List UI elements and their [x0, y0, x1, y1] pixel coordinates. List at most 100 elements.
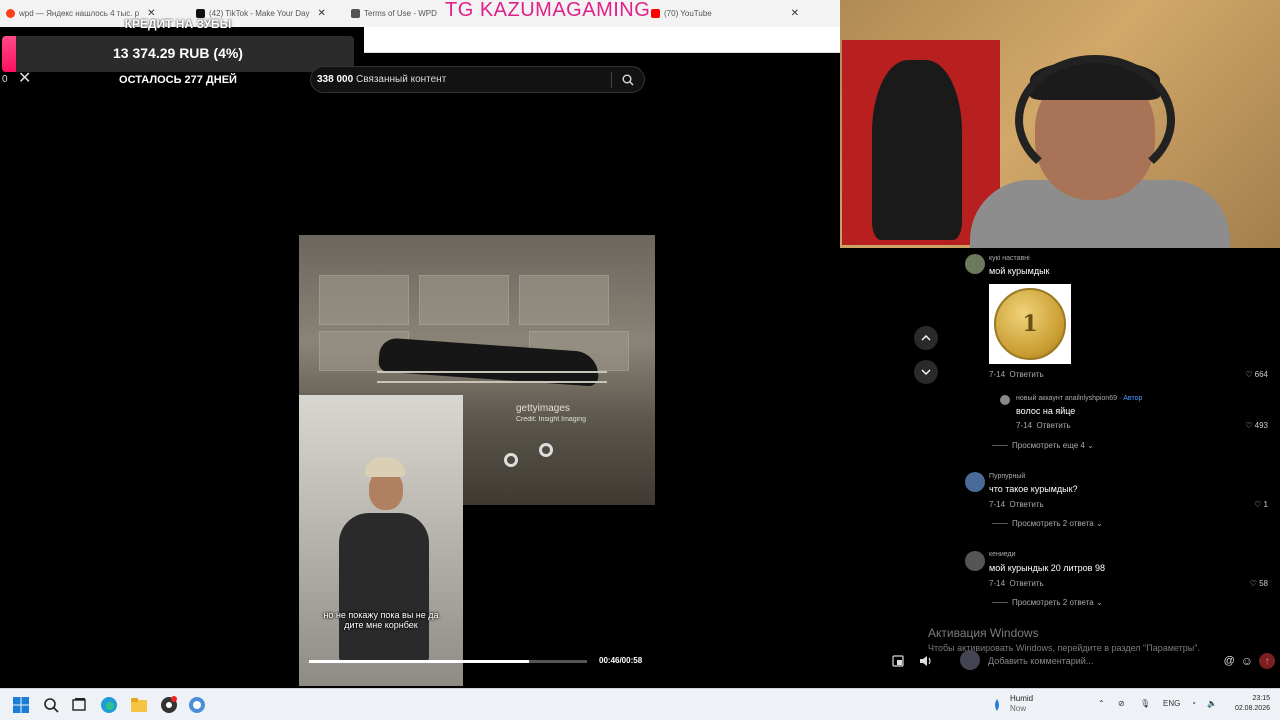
avatar	[960, 650, 980, 670]
language-indicator[interactable]: ENG	[1163, 699, 1180, 708]
counter-text: 0	[2, 74, 8, 85]
weather-sub: Now	[1010, 704, 1027, 713]
view-count: 338 000	[317, 74, 354, 85]
video-subtitle: но не покажу пока вы не да дите мне корн…	[309, 610, 453, 630]
close-icon[interactable]: ✕	[791, 8, 799, 19]
search-bar[interactable]: 338 000 Связанный контент	[310, 66, 645, 93]
comment-input[interactable]: Добавить комментарий...	[960, 656, 1218, 666]
reply-button[interactable]: Ответить	[1036, 421, 1070, 430]
next-video-button[interactable]	[914, 360, 938, 384]
edge-icon[interactable]	[100, 696, 118, 714]
like-value: 493	[1254, 421, 1268, 430]
wifi-icon[interactable]: ◔	[1191, 699, 1196, 708]
clock-date: 02.08.2026	[1234, 705, 1270, 712]
task-view-icon[interactable]	[70, 696, 88, 714]
chevron-up-icon[interactable]: ⌃	[1098, 699, 1105, 708]
previous-video-button[interactable]	[914, 326, 938, 350]
view-more-label: Просмотреть 2 ответа	[1012, 519, 1094, 528]
video-frame-person	[299, 395, 463, 686]
view-more-replies[interactable]: Просмотреть 2 ответа ⌄	[992, 519, 1103, 528]
tab-label: Terms of Use - WPD	[364, 9, 437, 18]
tab-label: (70) YouTube	[664, 9, 712, 18]
screen: wpd — Яндекс нашлось 4 тыс. р ✕ (42) Tik…	[0, 0, 1280, 720]
like-count[interactable]: ♡ 58	[1228, 579, 1268, 588]
windows-activation-title: Активация Windows	[928, 626, 1039, 640]
avatar[interactable]	[1000, 395, 1010, 405]
comment-date: 7-14	[989, 500, 1006, 509]
search-input[interactable]: Связанный контент	[311, 74, 611, 85]
headset	[1015, 55, 1175, 185]
donation-amount: 13 374.29 RUB (4%)	[113, 45, 243, 61]
close-icon[interactable]: ✕	[18, 68, 31, 88]
comment-text: мой курымдык	[989, 266, 1050, 276]
weather-icon[interactable]	[988, 696, 1006, 714]
video-player[interactable]: gettyimages Credit: Insight Imaging но н…	[299, 100, 655, 686]
stock-watermark: gettyimages	[516, 403, 570, 414]
chevron-down-icon	[921, 369, 931, 375]
weather-widget[interactable]: Humid Now	[1010, 694, 1033, 714]
network-off-icon[interactable]: ⊘	[1118, 699, 1125, 708]
reply-button[interactable]: Ответить	[1009, 500, 1043, 509]
comment-meta: 7-14 Ответить	[1016, 421, 1071, 430]
search-icon[interactable]	[612, 74, 644, 86]
address-bar[interactable]	[364, 27, 840, 53]
subtitle-line: дите мне корнбек	[344, 620, 418, 630]
wheel	[504, 453, 518, 467]
video-progress-bar[interactable]	[309, 660, 587, 663]
avatar[interactable]	[965, 551, 985, 571]
donation-progress-bar: 13 374.29 RUB (4%)	[2, 36, 354, 72]
obs-icon[interactable]	[160, 696, 178, 714]
windows-start-icon[interactable]	[12, 696, 30, 714]
like-value: 1	[1263, 500, 1268, 509]
post-comment-button[interactable]: ↑	[1259, 653, 1275, 669]
comment-text: что такое курымдык?	[989, 484, 1078, 494]
donation-days-left: ОСТАЛОСЬ 277 ДНЕЙ	[119, 74, 237, 86]
avatar[interactable]	[965, 472, 985, 492]
video-progress-fill	[309, 660, 529, 663]
wheel	[539, 443, 553, 457]
microphone-icon[interactable]: 🎙	[1140, 699, 1150, 708]
view-more-label: Просмотреть еще 4	[1012, 441, 1085, 450]
system-clock[interactable]: 23:15 02.08.2026	[1226, 694, 1270, 714]
comment-username[interactable]: кениеди	[989, 551, 1016, 558]
comment-image[interactable]: 1	[989, 284, 1071, 364]
donation-title: КРЕДИТ НА ЗУБЫ	[124, 17, 232, 31]
comment-username[interactable]: новый аккаунт anailnlyshpion69 · Автор	[1016, 395, 1142, 402]
author-tag: · Автор	[1117, 395, 1143, 402]
weather-title: Humid	[1010, 694, 1034, 703]
app-icon[interactable]	[188, 696, 206, 714]
streamer-webcam	[840, 0, 1280, 248]
volume-icon[interactable]	[919, 654, 933, 666]
folder-icon[interactable]	[130, 696, 148, 714]
emoji-icon[interactable]: ☺	[1241, 654, 1253, 668]
chevron-up-icon	[921, 335, 931, 341]
reply-button[interactable]: Ответить	[1009, 370, 1043, 379]
avatar[interactable]	[965, 254, 985, 274]
comment-text: мой курындык 20 литров 98	[989, 563, 1105, 573]
comment-meta: 7-14 Ответить	[989, 579, 1044, 588]
drawer	[519, 275, 609, 325]
search-icon[interactable]	[42, 696, 60, 714]
tab-youtube[interactable]: (70) YouTube ✕	[645, 0, 805, 27]
subtitle-line: но не покажу пока вы не да	[323, 610, 439, 620]
comment-username[interactable]: кукі наставні	[989, 255, 1030, 262]
comment-username[interactable]: Пурпурный	[989, 473, 1025, 480]
stock-credit: Credit: Insight Imaging	[516, 416, 587, 423]
view-more-replies[interactable]: Просмотреть 2 ответа ⌄	[992, 598, 1103, 607]
like-count[interactable]: ♡ 493	[1228, 421, 1268, 430]
arrow-up-icon: ↑	[1264, 655, 1270, 667]
comment-meta: 7-14 Ответить	[989, 500, 1044, 509]
like-count[interactable]: ♡ 664	[1228, 370, 1268, 379]
like-count[interactable]: ♡ 1	[1228, 500, 1268, 509]
reply-button[interactable]: Ответить	[1009, 579, 1043, 588]
view-more-replies[interactable]: Просмотреть еще 4 ⌄	[992, 441, 1094, 450]
video-time: 00:46/00:58	[599, 656, 643, 665]
windows-taskbar: Humid Now ⌃ ⊘ 🎙 ENG ◔ 🔈 23:15 02.08.2026	[0, 688, 1280, 720]
pip-icon[interactable]	[892, 654, 904, 667]
gurney-tray	[377, 371, 607, 383]
comment-date: 7-14	[989, 579, 1006, 588]
comment-date: 7-14	[989, 370, 1006, 379]
mention-icon[interactable]: @	[1224, 655, 1235, 667]
view-more-label: Просмотреть 2 ответа	[1012, 598, 1094, 607]
volume-icon[interactable]: 🔈	[1207, 699, 1217, 708]
